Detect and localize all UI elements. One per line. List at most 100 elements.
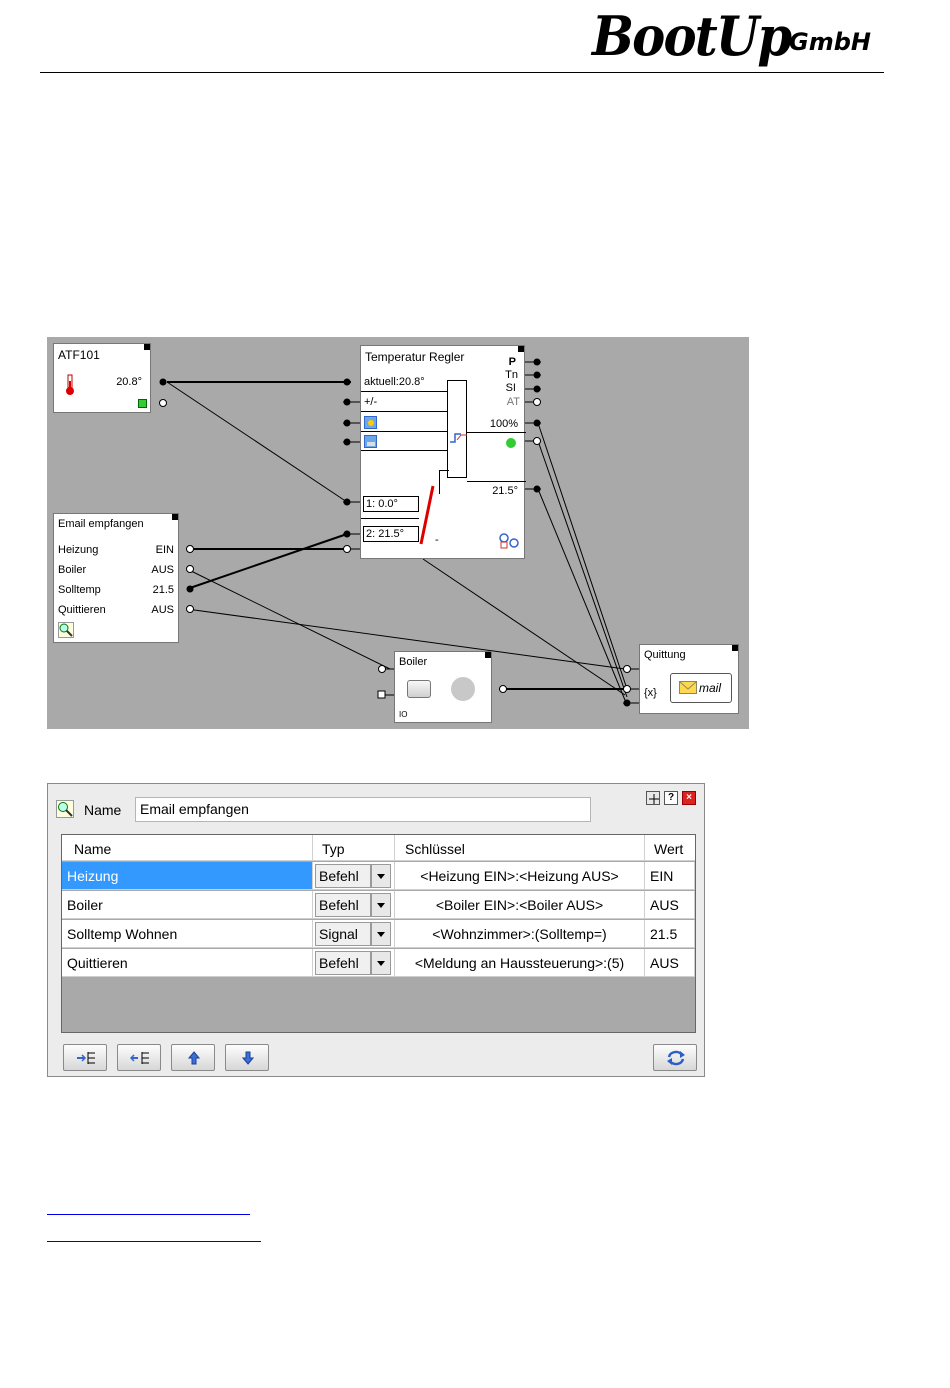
remove-row-icon xyxy=(130,1052,149,1064)
header-rule xyxy=(40,72,884,73)
logo-sub-text: GmbH xyxy=(789,28,871,56)
cell-key[interactable]: <Heizung EIN>:<Heizung AUS> xyxy=(395,862,645,890)
name-input[interactable]: Email empfangen xyxy=(135,797,591,822)
email-row-value: AUS xyxy=(151,604,174,616)
envelope-icon xyxy=(679,681,697,694)
col-wert[interactable]: Wert xyxy=(654,841,683,857)
chevron-down-icon[interactable] xyxy=(371,893,391,917)
col-typ[interactable]: Typ xyxy=(322,841,345,857)
sun-icon xyxy=(364,416,377,429)
regler-in2: 2: 21.5° xyxy=(363,526,419,542)
regler-pct: 100% xyxy=(489,418,518,430)
cell-name[interactable]: Quittieren xyxy=(62,949,313,977)
table-row[interactable]: Boiler Befehl <Boiler EIN>:<Boiler AUS> … xyxy=(62,891,695,920)
search-icon xyxy=(56,800,74,818)
cell-name[interactable]: Heizung xyxy=(62,862,313,890)
cell-key[interactable]: <Boiler EIN>:<Boiler AUS> xyxy=(395,891,645,919)
email-block-title: Email empfangen xyxy=(58,518,144,530)
night-icon xyxy=(364,435,377,448)
email-row-name: Quittieren xyxy=(58,604,106,616)
atf101-block[interactable]: ATF101 20.8° xyxy=(53,343,151,413)
link-underline[interactable] xyxy=(47,1214,250,1215)
status-icon xyxy=(138,399,147,408)
email-row-name: Heizung xyxy=(58,544,99,556)
quittung-fx: {x} xyxy=(644,687,657,699)
col-name[interactable]: Name xyxy=(74,841,111,857)
email-empfangen-dialog: Name Email empfangen ? × Name Typ Schlüs… xyxy=(47,783,705,1077)
boiler-title: Boiler xyxy=(399,656,428,668)
boiler-toggle-button[interactable] xyxy=(407,680,431,698)
typ-select[interactable]: Befehl xyxy=(315,893,371,917)
help-icon[interactable]: ? xyxy=(664,791,678,805)
active-indicator-icon xyxy=(506,438,516,448)
boiler-io: IO xyxy=(399,710,408,719)
logic-diagram[interactable]: ATF101 20.8° Temperatur Regler P Tn SI A… xyxy=(47,337,749,729)
regler-output-si: SI xyxy=(505,382,516,394)
regler-in1: 1: 0.0° xyxy=(363,496,419,512)
block-corner xyxy=(485,652,491,658)
typ-select[interactable]: Befehl xyxy=(315,951,371,975)
cell-wert[interactable]: EIN xyxy=(645,862,695,890)
mail-label: mail xyxy=(699,681,722,695)
key-table: Name Typ Schlüssel Wert Heizung Befehl <… xyxy=(61,834,696,1033)
block-corner xyxy=(172,514,178,520)
setpoint-curve xyxy=(419,485,435,545)
email-empfangen-block[interactable]: Email empfangen Heizung EIN Boiler AUS S… xyxy=(53,513,179,643)
atf101-title: ATF101 xyxy=(58,348,100,362)
email-row-name: Boiler xyxy=(58,564,87,576)
move-icon[interactable] xyxy=(646,791,660,805)
block-corner xyxy=(732,645,738,651)
refresh-button[interactable] xyxy=(653,1044,697,1071)
boiler-status-lamp xyxy=(451,677,475,701)
move-down-button[interactable] xyxy=(225,1044,269,1071)
cell-wert[interactable]: AUS xyxy=(645,949,695,977)
move-up-button[interactable] xyxy=(171,1044,215,1071)
table-header: Name Typ Schlüssel Wert xyxy=(62,835,695,861)
table-row[interactable]: Heizung Befehl <Heizung EIN>:<Heizung AU… xyxy=(62,862,695,891)
cell-key[interactable]: <Wohnzimmer>:(Solltemp=) xyxy=(395,920,645,948)
cell-wert[interactable]: AUS xyxy=(645,891,695,919)
table-row[interactable]: Quittieren Befehl <Meldung an Haussteuer… xyxy=(62,949,695,978)
arrow-up-icon xyxy=(188,1051,200,1065)
temperatur-regler-block[interactable]: Temperatur Regler P Tn SI AT aktuell:20.… xyxy=(360,345,526,559)
email-search-icon[interactable] xyxy=(58,622,74,638)
table-row[interactable]: Solltemp Wohnen Signal <Wohnzimmer>:(Sol… xyxy=(62,920,695,949)
quittung-block[interactable]: Quittung {x} mail xyxy=(639,644,739,714)
block-corner xyxy=(518,346,524,352)
regler-output-tn: Tn xyxy=(505,369,518,381)
chevron-down-icon[interactable] xyxy=(371,922,391,946)
cell-key[interactable]: <Meldung an Haussteuerung>:(5) xyxy=(395,949,645,977)
regler-output-p: P xyxy=(508,356,516,368)
typ-select[interactable]: Befehl xyxy=(315,864,371,888)
cell-wert[interactable]: 21.5 xyxy=(645,920,695,948)
refresh-icon xyxy=(667,1050,685,1066)
quittung-title: Quittung xyxy=(644,649,686,661)
controller-curve-icon xyxy=(450,433,467,443)
logo-main-text: BootUp xyxy=(592,4,792,68)
email-row-value: 21.5 xyxy=(152,584,174,596)
boiler-block[interactable]: Boiler IO xyxy=(394,651,492,723)
settings-icon xyxy=(499,533,519,549)
add-row-icon xyxy=(77,1052,95,1064)
email-row-name: Solltemp xyxy=(58,584,101,596)
regler-output-at: AT xyxy=(506,396,520,408)
link-underline[interactable] xyxy=(47,1241,261,1242)
cell-name[interactable]: Solltemp Wohnen xyxy=(62,920,313,948)
close-icon[interactable]: × xyxy=(682,791,696,805)
atf101-value: 20.8° xyxy=(116,376,142,388)
arrow-down-icon xyxy=(242,1051,254,1065)
email-row-value: EIN xyxy=(155,544,174,556)
mail-button[interactable]: mail xyxy=(670,673,732,703)
thermometer-icon xyxy=(66,374,74,395)
regler-setpoint-out: 21.5° xyxy=(492,485,518,497)
col-schluessel[interactable]: Schlüssel xyxy=(405,841,465,857)
chevron-down-icon[interactable] xyxy=(371,951,391,975)
chevron-down-icon[interactable] xyxy=(371,864,391,888)
cell-name[interactable]: Boiler xyxy=(62,891,313,919)
typ-select[interactable]: Signal xyxy=(315,922,371,946)
remove-row-button[interactable] xyxy=(117,1044,161,1071)
regler-aktuell: aktuell:20.8° xyxy=(364,376,425,388)
regler-dash: - xyxy=(435,534,439,546)
add-row-button[interactable] xyxy=(63,1044,107,1071)
controller-box xyxy=(447,380,467,478)
